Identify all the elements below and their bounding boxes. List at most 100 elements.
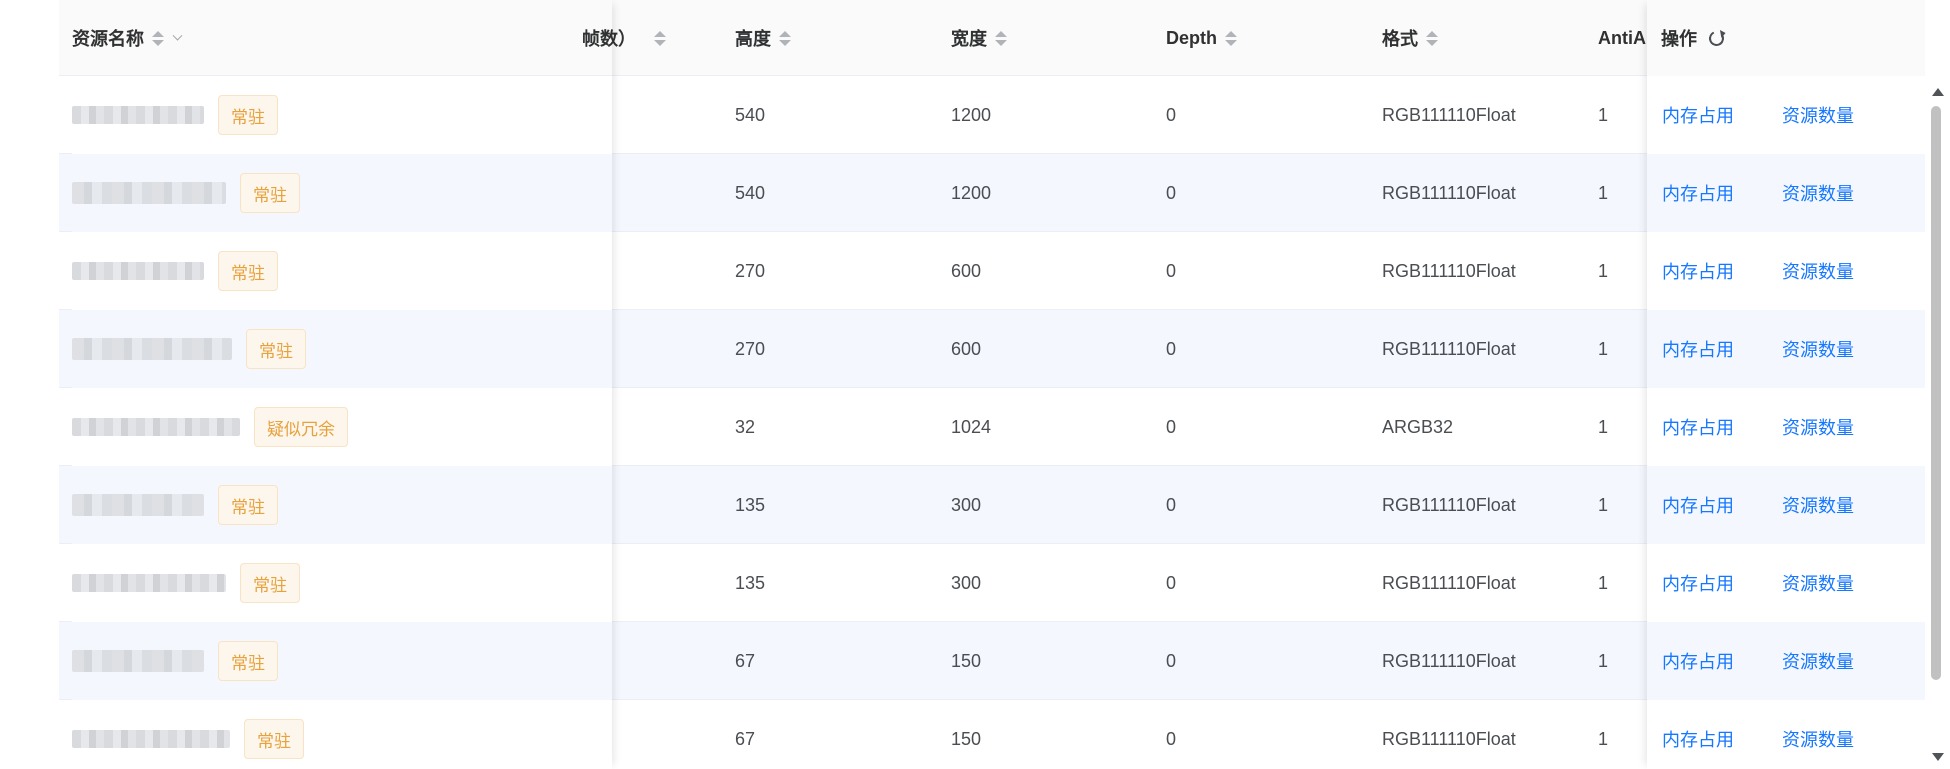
- actions-cell: 内存占用 资源数量: [1647, 700, 1925, 769]
- width-cell: 300: [951, 572, 982, 593]
- status-badge: 常驻: [244, 719, 304, 759]
- scroll-up-icon[interactable]: [1932, 88, 1944, 96]
- width-cell: 600: [951, 338, 982, 359]
- status-badge: 常驻: [218, 641, 278, 681]
- resource-count-link[interactable]: 资源数量: [1782, 102, 1854, 128]
- refresh-icon[interactable]: [1706, 28, 1727, 48]
- memory-usage-link[interactable]: 内存占用: [1662, 570, 1734, 596]
- actions-cell: 内存占用 资源数量: [1647, 622, 1925, 700]
- name-cell: 常驻: [72, 232, 612, 310]
- depth-cell: 0: [1166, 182, 1177, 203]
- resource-count-link[interactable]: 资源数量: [1782, 726, 1854, 752]
- actions-cell: 内存占用 资源数量: [1647, 388, 1925, 466]
- resource-count-link[interactable]: 资源数量: [1782, 336, 1854, 362]
- resource-count-link[interactable]: 资源数量: [1782, 414, 1854, 440]
- resource-count-link[interactable]: 资源数量: [1782, 180, 1854, 206]
- format-cell: RGB111110Float: [1382, 650, 1516, 671]
- width-cell: 1200: [951, 104, 992, 125]
- antialias-cell: 1: [1598, 260, 1609, 281]
- sort-icon[interactable]: [1225, 30, 1237, 46]
- col-header-antialias[interactable]: AntiAl: [1598, 0, 1651, 76]
- col-header-height-label: 高度: [735, 29, 771, 49]
- col-header-antialias-label: AntiAl: [1598, 27, 1651, 48]
- sort-icon[interactable]: [654, 30, 666, 46]
- col-header-name-label: 资源名称: [72, 29, 144, 49]
- col-header-depth[interactable]: Depth: [1166, 0, 1237, 76]
- table-row: 常驻 135 300 0 RGB111110Float 1 内存占用 资源数量: [59, 466, 1925, 544]
- memory-usage-link[interactable]: 内存占用: [1662, 336, 1734, 362]
- name-cell: 疑似冗余: [72, 388, 612, 466]
- memory-usage-link[interactable]: 内存占用: [1662, 492, 1734, 518]
- chevron-down-icon[interactable]: [172, 30, 183, 41]
- depth-cell: 0: [1166, 104, 1177, 125]
- depth-cell: 0: [1166, 260, 1177, 281]
- redacted-name: [72, 650, 204, 672]
- memory-usage-link[interactable]: 内存占用: [1662, 180, 1734, 206]
- memory-usage-link[interactable]: 内存占用: [1662, 726, 1734, 752]
- table-row: 常驻 540 1200 0 RGB111110Float 1 内存占用 资源数量: [59, 76, 1925, 154]
- depth-cell: 0: [1166, 338, 1177, 359]
- depth-cell: 0: [1166, 416, 1177, 437]
- antialias-cell: 1: [1598, 650, 1609, 671]
- redacted-name: [72, 494, 204, 516]
- memory-usage-link[interactable]: 内存占用: [1662, 648, 1734, 674]
- scroll-down-icon[interactable]: [1932, 753, 1944, 761]
- col-header-height[interactable]: 高度: [735, 0, 791, 76]
- width-cell: 1024: [951, 416, 992, 437]
- format-cell: RGB111110Float: [1382, 338, 1516, 359]
- actions-cell: 内存占用 资源数量: [1647, 232, 1925, 310]
- col-header-depth-label: Depth: [1166, 27, 1217, 48]
- sort-icon[interactable]: [152, 30, 164, 46]
- col-header-frames-label: 帧数）: [582, 29, 636, 49]
- col-header-width[interactable]: 宽度: [951, 0, 1007, 76]
- redacted-name: [72, 106, 204, 124]
- memory-usage-link[interactable]: 内存占用: [1662, 102, 1734, 128]
- resource-count-link[interactable]: 资源数量: [1782, 492, 1854, 518]
- height-cell: 67: [735, 650, 756, 671]
- format-cell: RGB111110Float: [1382, 494, 1516, 515]
- redacted-name: [72, 182, 226, 204]
- memory-usage-link[interactable]: 内存占用: [1662, 414, 1734, 440]
- actions-cell: 内存占用 资源数量: [1647, 466, 1925, 544]
- depth-cell: 0: [1166, 494, 1177, 515]
- antialias-cell: 1: [1598, 416, 1609, 437]
- table-header: 资源名称 帧数） 高度 宽度 Depth 格式 AntiAl 操作: [59, 0, 1925, 76]
- width-cell: 300: [951, 494, 982, 515]
- resource-count-link[interactable]: 资源数量: [1782, 570, 1854, 596]
- resource-count-link[interactable]: 资源数量: [1782, 258, 1854, 284]
- actions-cell: 内存占用 资源数量: [1647, 310, 1925, 388]
- redacted-name: [72, 574, 226, 592]
- memory-usage-link[interactable]: 内存占用: [1662, 258, 1734, 284]
- table-row: 常驻 135 300 0 RGB111110Float 1 内存占用 资源数量: [59, 544, 1925, 622]
- height-cell: 270: [735, 338, 766, 359]
- vertical-scrollbar[interactable]: [1929, 80, 1945, 769]
- col-header-width-label: 宽度: [951, 29, 987, 49]
- sort-icon[interactable]: [995, 30, 1007, 46]
- status-badge: 常驻: [240, 563, 300, 603]
- name-cell: 常驻: [72, 154, 612, 232]
- antialias-cell: 1: [1598, 728, 1609, 749]
- height-cell: 135: [735, 494, 766, 515]
- resource-count-link[interactable]: 资源数量: [1782, 648, 1854, 674]
- col-header-format[interactable]: 格式: [1382, 0, 1438, 76]
- table-row: 常驻 540 1200 0 RGB111110Float 1 内存占用 资源数量: [59, 154, 1925, 232]
- name-cell: 常驻: [72, 310, 612, 388]
- col-header-name[interactable]: 资源名称: [72, 0, 183, 76]
- sort-icon[interactable]: [779, 30, 791, 46]
- width-cell: 150: [951, 728, 982, 749]
- redacted-name: [72, 338, 232, 360]
- format-cell: ARGB32: [1382, 416, 1454, 437]
- sort-icon[interactable]: [1426, 30, 1438, 46]
- antialias-cell: 1: [1598, 104, 1609, 125]
- actions-cell: 内存占用 资源数量: [1647, 76, 1925, 154]
- actions-cell: 内存占用 资源数量: [1647, 544, 1925, 622]
- table-row: 常驻 67 150 0 RGB111110Float 1 内存占用 资源数量: [59, 700, 1925, 769]
- status-badge: 常驻: [218, 251, 278, 291]
- depth-cell: 0: [1166, 650, 1177, 671]
- col-header-actions: 操作: [1647, 0, 1925, 76]
- status-badge: 常驻: [218, 485, 278, 525]
- redacted-name: [72, 730, 230, 748]
- name-cell: 常驻: [72, 466, 612, 544]
- scrollbar-thumb[interactable]: [1931, 106, 1941, 680]
- col-header-format-label: 格式: [1382, 29, 1418, 49]
